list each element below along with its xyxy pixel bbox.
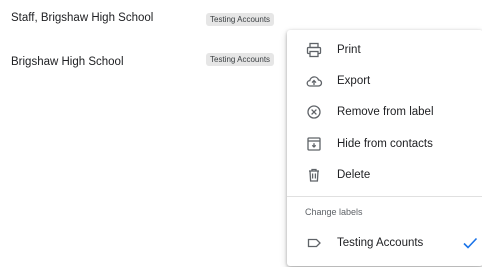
contact-name: Staff, Brigshaw High School (11, 12, 154, 24)
context-menu: Print Export Remove from label Hide from… (287, 30, 482, 266)
label-option-testing-accounts[interactable]: Testing Accounts (287, 228, 482, 258)
delete-menu-item[interactable]: Delete (287, 160, 482, 190)
archive-icon (305, 135, 323, 153)
menu-item-label: Delete (337, 169, 371, 181)
menu-item-label: Print (337, 44, 361, 56)
checkmark-icon (461, 234, 479, 252)
contact-row[interactable]: Staff, Brigshaw High School Testing Acco… (0, 4, 482, 32)
remove-from-label-menu-item[interactable]: Remove from label (287, 97, 482, 127)
circle-x-icon (305, 103, 323, 121)
menu-item-label: Hide from contacts (337, 138, 433, 150)
contact-name: Brigshaw High School (11, 56, 124, 68)
label-chip[interactable]: Testing Accounts (206, 13, 275, 26)
hide-from-contacts-menu-item[interactable]: Hide from contacts (287, 129, 482, 159)
trash-icon (305, 166, 323, 184)
printer-icon (305, 41, 323, 59)
print-menu-item[interactable]: Print (287, 35, 482, 65)
change-labels-heading: Change labels (305, 207, 363, 217)
label-chip[interactable]: Testing Accounts (206, 53, 275, 66)
label-tag-icon (305, 234, 323, 252)
label-option-label: Testing Accounts (337, 237, 424, 249)
export-menu-item[interactable]: Export (287, 66, 482, 96)
menu-divider (287, 196, 482, 197)
cloud-upload-icon (305, 72, 323, 90)
menu-item-label: Export (337, 75, 371, 87)
menu-item-label: Remove from label (337, 106, 434, 118)
